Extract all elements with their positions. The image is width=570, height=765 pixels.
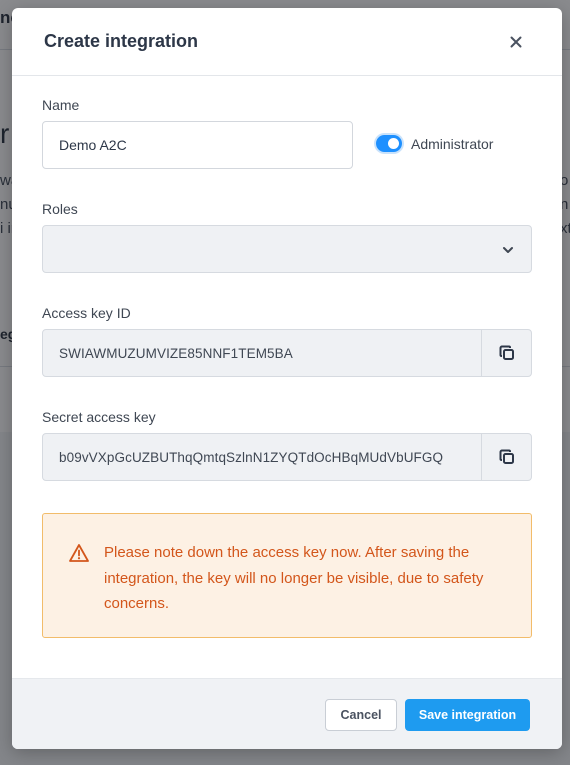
toggle-knob (388, 138, 399, 149)
name-input[interactable] (42, 121, 353, 169)
administrator-label: Administrator (411, 136, 494, 152)
roles-select[interactable] (42, 225, 532, 273)
modal-title: Create integration (44, 31, 199, 51)
save-integration-button[interactable]: Save integration (405, 699, 530, 731)
secret-key-value: b09vVXpGcUZBUThqQmtqSzlnN1ZYQTdOcHBqMUdV… (59, 450, 444, 465)
copy-access-key-button[interactable] (481, 330, 532, 376)
copy-icon (499, 345, 514, 360)
warning-text: Please note down the access key now. Aft… (104, 544, 484, 612)
modal-footer: Cancel Save integration (12, 678, 562, 749)
chevron-down-icon (503, 247, 513, 253)
warning-triangle-icon (69, 544, 89, 562)
create-integration-modal: Create integration Name Administrator Ro… (12, 8, 562, 749)
close-button[interactable] (504, 30, 528, 54)
administrator-toggle[interactable] (376, 135, 402, 152)
access-key-value: SWIAWMUZUMVIZE85NNF1TEM5BA (59, 346, 293, 361)
access-key-field[interactable]: SWIAWMUZUMVIZE85NNF1TEM5BA (42, 329, 532, 377)
secret-key-label: Secret access key (42, 409, 156, 425)
secret-key-field[interactable]: b09vVXpGcUZBUThqQmtqSzlnN1ZYQTdOcHBqMUdV… (42, 433, 532, 481)
roles-label: Roles (42, 201, 78, 217)
copy-secret-key-button[interactable] (481, 434, 532, 480)
access-key-label: Access key ID (42, 305, 131, 321)
name-label: Name (42, 97, 80, 113)
cancel-button[interactable]: Cancel (325, 699, 397, 731)
warning-alert: Please note down the access key now. Aft… (42, 513, 532, 638)
close-icon (510, 36, 522, 48)
modal-header: Create integration (12, 8, 562, 76)
copy-icon (499, 449, 514, 464)
